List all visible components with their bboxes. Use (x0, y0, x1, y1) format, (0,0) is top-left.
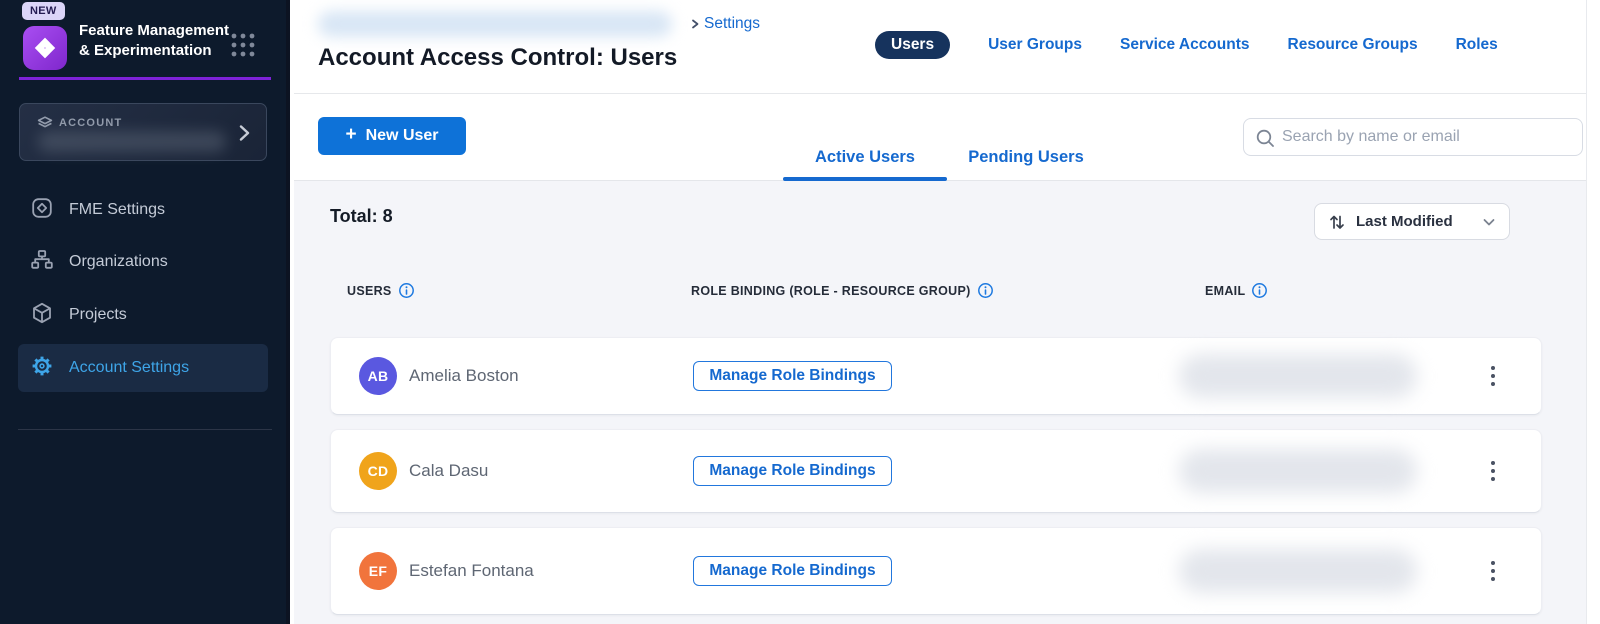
tab-pending-users[interactable]: Pending Users (962, 148, 1090, 167)
tab-service-accounts[interactable]: Service Accounts (1120, 36, 1250, 54)
column-label: ROLE BINDING (ROLE - RESOURCE GROUP) (691, 284, 971, 298)
manage-role-bindings-button[interactable]: Manage Role Bindings (693, 361, 892, 391)
cube-icon (30, 301, 54, 330)
email-redacted (1179, 449, 1417, 493)
split-logo (23, 26, 67, 70)
info-icon[interactable] (1251, 282, 1268, 299)
sidebar-item-label: Projects (69, 306, 127, 324)
tab-user-groups[interactable]: User Groups (988, 36, 1082, 54)
new-user-button[interactable]: + New User (318, 117, 466, 155)
account-name-redacted (38, 131, 226, 152)
sidebar-item-label: Organizations (69, 253, 168, 271)
user-name: Estefan Fontana (409, 561, 534, 581)
row-menu-kebab-icon[interactable] (1481, 454, 1505, 488)
avatar: CD (359, 452, 397, 490)
org-chart-icon (30, 248, 54, 277)
page-title: Account Access Control: Users (318, 44, 677, 72)
app-window: NEW Feature Management & Experimentation (0, 0, 1600, 624)
brand-divider (19, 77, 271, 80)
tab-roles[interactable]: Roles (1456, 36, 1498, 54)
tab-active-users[interactable]: Active Users (783, 148, 947, 167)
table-row: CD Cala Dasu Manage Role Bindings (330, 429, 1542, 513)
avatar: EF (359, 552, 397, 590)
sidebar-item-projects[interactable]: Projects (18, 291, 268, 339)
user-name: Cala Dasu (409, 461, 488, 481)
breadcrumb-settings-link[interactable]: Settings (704, 15, 760, 33)
table-row: AB Amelia Boston Manage Role Bindings (330, 337, 1542, 415)
sidebar: NEW Feature Management & Experimentation (0, 0, 290, 624)
info-icon[interactable] (398, 282, 415, 299)
gear-icon (30, 354, 54, 383)
total-count: Total: 8 (330, 206, 393, 227)
breadcrumb-chevron-icon (688, 17, 702, 36)
search-container (1243, 118, 1583, 156)
sidebar-item-label: FME Settings (69, 201, 165, 219)
breadcrumb-redacted (318, 11, 672, 37)
row-menu-kebab-icon[interactable] (1481, 554, 1505, 588)
table-row: EF Estefan Fontana Manage Role Bindings (330, 527, 1542, 615)
tab-resource-groups[interactable]: Resource Groups (1288, 36, 1418, 54)
app-switcher-icon[interactable] (230, 32, 256, 63)
split-logo-mark (30, 33, 60, 63)
right-gutter (1587, 0, 1600, 624)
column-label: USERS (347, 284, 392, 298)
email-redacted (1179, 354, 1417, 398)
sidebar-item-organizations[interactable]: Organizations (18, 238, 268, 286)
total-value: 8 (383, 206, 393, 226)
account-label: ACCOUNT (59, 117, 122, 129)
total-label: Total: (330, 206, 378, 226)
sidebar-item-label: Account Settings (69, 359, 189, 377)
sort-arrows-icon (1327, 212, 1347, 232)
account-selector[interactable]: ACCOUNT (19, 103, 267, 161)
column-header-role-binding: ROLE BINDING (ROLE - RESOURCE GROUP) (691, 282, 994, 299)
new-user-label: New User (366, 127, 439, 145)
manage-role-bindings-button[interactable]: Manage Role Bindings (693, 556, 892, 586)
chevron-down-icon (1481, 214, 1497, 230)
avatar: AB (359, 357, 397, 395)
column-header-users: USERS (347, 282, 415, 299)
sort-dropdown[interactable]: Last Modified (1314, 203, 1510, 240)
plus-icon: + (345, 124, 356, 146)
user-name: Amelia Boston (409, 366, 519, 386)
tab-users[interactable]: Users (875, 31, 950, 59)
search-icon (1255, 128, 1275, 153)
manage-role-bindings-button[interactable]: Manage Role Bindings (693, 456, 892, 486)
search-input[interactable] (1282, 119, 1578, 155)
main-area: Settings Account Access Control: Users U… (294, 0, 1600, 624)
email-redacted (1179, 549, 1417, 593)
row-menu-kebab-icon[interactable] (1481, 359, 1505, 393)
sidebar-divider (18, 429, 272, 430)
access-control-tabs: Users User Groups Service Accounts Resou… (875, 31, 1498, 59)
fme-logo-icon (30, 196, 54, 225)
column-header-email: EMAIL (1205, 282, 1268, 299)
product-name: Feature Management & Experimentation (79, 21, 241, 60)
active-tab-underline (783, 177, 947, 181)
sidebar-item-fme-settings[interactable]: FME Settings (18, 186, 268, 234)
sidebar-item-account-settings[interactable]: Account Settings (18, 344, 268, 392)
info-icon[interactable] (977, 282, 994, 299)
chevron-right-icon (234, 122, 254, 149)
new-badge: NEW (22, 2, 65, 20)
column-label: EMAIL (1205, 284, 1245, 298)
sort-label: Last Modified (1356, 213, 1472, 230)
